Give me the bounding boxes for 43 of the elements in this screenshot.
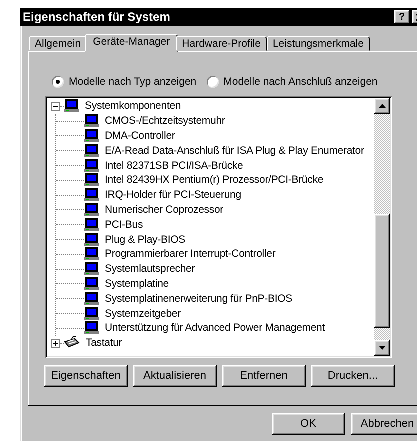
action-button[interactable]: Drucken... [311, 365, 395, 387]
window-title: Eigenschaften für System [23, 10, 172, 24]
tab[interactable]: Leistungsmerkmale [266, 36, 370, 51]
tree-item[interactable]: Unterstützung für Advanced Power Management [105, 322, 326, 334]
radio-button[interactable] [206, 76, 219, 88]
action-button[interactable]: Entfernen [222, 365, 306, 387]
tree-item[interactable]: CMOS-/Echtzeitsystemuhr [105, 115, 226, 128]
tree-item[interactable]: IRQ-Holder für PCI-Steuerung [105, 189, 242, 202]
tree-item[interactable]: Intel 82439HX Pentium(r) Prozessor/PCI-Brücke [105, 174, 324, 186]
dialog-button[interactable]: Abbrechen [351, 413, 417, 435]
tree-item[interactable]: E/A-Read Data-Anschluß für ISA Plug & Play Enumerator [105, 144, 364, 157]
help-button[interactable]: ? [394, 10, 410, 24]
tree-item[interactable]: Systemlautsprecher [105, 263, 196, 276]
scroll-thumb[interactable] [374, 214, 390, 328]
down-arrow-icon [378, 346, 386, 350]
up-arrow-icon [378, 104, 386, 108]
radio-label[interactable]: Modelle nach Typ anzeigen [69, 76, 197, 88]
scrollbar[interactable] [374, 98, 390, 356]
action-button[interactable]: Aktualisieren [133, 365, 217, 387]
tree-item[interactable]: PCI-Bus [105, 218, 144, 231]
scroll-down-button[interactable] [374, 340, 390, 356]
expand-icon[interactable] [51, 338, 60, 348]
tab[interactable]: Hardware-Profile [176, 36, 267, 51]
tree-item[interactable]: Systemplatinenerweiterung für PnP-BIOS [105, 292, 292, 305]
tree-item[interactable]: Numerischer Coprozessor [105, 204, 224, 216]
tree-item[interactable]: DMA-Controller [105, 130, 176, 142]
tree-item[interactable]: Intel 82371SB PCI/ISA-Brücke [105, 160, 244, 172]
tab[interactable]: Allgemein [29, 36, 88, 51]
tree-item[interactable]: Programmierbarer Interrupt-Controller [105, 248, 276, 260]
collapse-icon[interactable] [51, 102, 60, 111]
computer-icon [64, 99, 79, 114]
tree-item[interactable]: Systemplatine [105, 278, 169, 290]
tab[interactable]: Geräte-Manager [85, 34, 178, 52]
tree-item[interactable]: Systemzeitgeber [105, 308, 181, 320]
keyboard-icon [64, 336, 80, 350]
tree-item[interactable]: Tastatur [86, 337, 122, 350]
radio-button[interactable] [52, 76, 64, 88]
tree-item[interactable]: Plug & Play-BIOS [105, 234, 186, 246]
scroll-up-button[interactable] [374, 98, 390, 114]
tree-item[interactable]: Systemkomponenten [85, 100, 182, 112]
action-button[interactable]: Eigenschaften [44, 365, 128, 387]
dialog-button[interactable]: OK [272, 413, 345, 435]
radio-label[interactable]: Modelle nach Anschluß anzeigen [224, 76, 378, 88]
